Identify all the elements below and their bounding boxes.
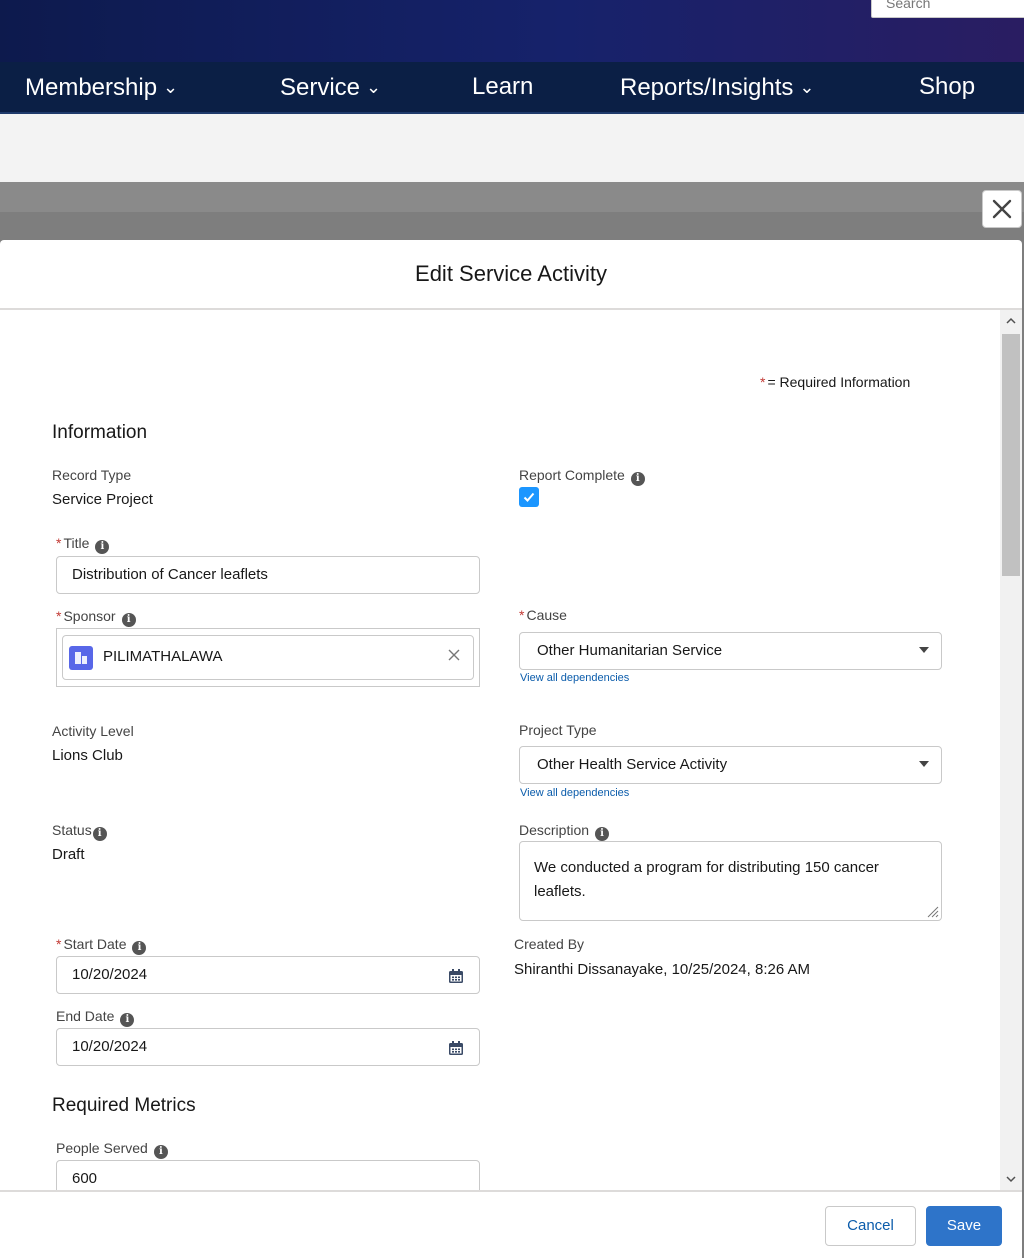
clear-sponsor-icon[interactable]	[447, 648, 461, 667]
info-icon[interactable]: i	[92, 827, 107, 841]
report-complete-checkbox[interactable]	[519, 487, 539, 507]
close-icon	[992, 199, 1012, 219]
resize-handle-icon[interactable]	[925, 904, 939, 918]
modal-footer: Cancel Save	[0, 1190, 1022, 1258]
nav-item-label: Service	[280, 74, 361, 101]
nav-item-label: Shop	[919, 73, 976, 100]
status-label: Status i	[52, 822, 107, 841]
sponsor-label: * Sponsor i	[56, 608, 136, 627]
cause-value: Other Humanitarian Service	[537, 642, 723, 659]
sponsor-value: PILIMATHALAWA	[103, 648, 223, 665]
info-icon[interactable]: i	[95, 540, 110, 554]
main-nav: Membership ⌄ Service ⌄ Learn Reports/Insig…	[0, 62, 1024, 114]
activity-level-label: Activity Level	[52, 723, 134, 739]
required-star: *	[519, 607, 525, 623]
sponsor-lookup: PILIMATHALAWA	[56, 628, 480, 687]
info-icon[interactable]: i	[153, 1145, 168, 1159]
description-value: We conducted a program for distributing …	[534, 859, 879, 900]
title-label-text: Title	[63, 535, 90, 551]
created-by-label: Created By	[514, 936, 585, 952]
start-date-label: * Start Date i	[56, 936, 147, 955]
report-complete-label-text: Report Complete	[519, 467, 625, 483]
nav-item-label: Reports/Insights	[620, 74, 794, 101]
nav-item-label: Membership	[25, 74, 158, 101]
people-served-label-text: People Served	[56, 1140, 148, 1156]
status-value: Draft	[52, 846, 85, 863]
chevron-down-icon: ⌄	[366, 77, 382, 97]
modal-title: Edit Service Activity	[0, 240, 1022, 310]
required-legend: * = Required Information	[760, 374, 910, 390]
required-star: *	[760, 374, 766, 390]
edit-service-activity-modal: Edit Service Activity * = Required Inform…	[0, 240, 1022, 1258]
cancel-button[interactable]: Cancel	[825, 1206, 916, 1246]
activity-level-value: Lions Club	[52, 747, 123, 764]
report-complete-label: Report Complete i	[519, 467, 645, 486]
created-by-value: Shiranthi Dissanayake, 10/25/2024, 8:26 …	[514, 961, 811, 978]
scroll-down-icon[interactable]	[1000, 1168, 1022, 1190]
info-icon[interactable]: i	[595, 827, 610, 841]
record-type-value: Service Project	[52, 491, 153, 508]
description-textarea[interactable]: We conducted a program for distributing …	[519, 841, 942, 921]
scroll-up-icon[interactable]	[1000, 310, 1022, 332]
close-modal-button[interactable]	[982, 190, 1022, 228]
cause-label-text: Cause	[526, 607, 567, 623]
info-icon[interactable]: i	[121, 613, 136, 627]
record-type-label: Record Type	[52, 467, 132, 483]
search-input[interactable]: Search	[871, 0, 1024, 18]
end-date-value: 10/20/2024	[72, 1038, 148, 1055]
info-icon[interactable]: i	[630, 472, 645, 486]
required-star: *	[56, 535, 62, 551]
end-date-label-text: End Date	[56, 1008, 115, 1024]
people-served-input[interactable]: 600	[56, 1160, 480, 1190]
description-label: Description i	[519, 822, 610, 841]
site-header: Search	[0, 0, 1024, 62]
nav-item-learn[interactable]: Learn	[472, 72, 533, 102]
section-title-required-metrics: Required Metrics	[52, 1095, 196, 1116]
save-button[interactable]: Save	[926, 1206, 1002, 1246]
account-icon	[69, 646, 93, 670]
status-label-text: Status	[52, 822, 92, 838]
description-label-text: Description	[519, 822, 590, 838]
page-band	[0, 114, 1024, 182]
cause-label: * Cause	[519, 607, 567, 623]
title-input[interactable]: Distribution of Cancer leaflets	[56, 556, 480, 594]
sponsor-pill[interactable]: PILIMATHALAWA	[62, 635, 474, 680]
sponsor-label-text: Sponsor	[63, 608, 116, 624]
project-type-view-dependencies-link[interactable]: View all dependencies	[520, 787, 629, 799]
modal-scrollbar[interactable]	[1000, 310, 1022, 1190]
project-type-value: Other Health Service Activity	[537, 756, 728, 773]
modal-body: * = Required Information Information Reco…	[0, 310, 1000, 1190]
required-star: *	[56, 608, 62, 624]
project-type-label: Project Type	[519, 722, 597, 738]
required-star: *	[56, 936, 62, 952]
section-title-information: Information	[52, 422, 148, 443]
chevron-down-icon: ⌄	[799, 77, 815, 97]
info-icon[interactable]: i	[120, 1013, 135, 1027]
people-served-label: People Served i	[56, 1140, 168, 1159]
nav-item-shop[interactable]: Shop	[919, 72, 975, 102]
end-date-input[interactable]: 10/20/2024	[56, 1028, 480, 1066]
calendar-icon[interactable]	[448, 1041, 464, 1056]
info-icon[interactable]: i	[132, 941, 147, 955]
calendar-icon[interactable]	[448, 969, 464, 984]
start-date-value: 10/20/2024	[72, 966, 148, 983]
cause-select[interactable]: Other Humanitarian Service	[519, 632, 942, 670]
check-icon	[523, 492, 535, 502]
cause-view-dependencies-link[interactable]: View all dependencies	[520, 672, 629, 684]
required-legend-text: = Required Information	[767, 374, 911, 390]
project-type-select[interactable]: Other Health Service Activity	[519, 746, 942, 784]
scroll-thumb[interactable]	[1002, 334, 1020, 576]
chevron-down-icon: ⌄	[163, 77, 179, 97]
nav-item-reports-insights[interactable]: Reports/Insights ⌄	[620, 72, 815, 102]
nav-item-service[interactable]: Service ⌄	[280, 72, 381, 102]
dropdown-arrow-icon	[919, 647, 929, 653]
end-date-label: End Date i	[56, 1008, 135, 1027]
nav-item-label: Learn	[472, 73, 534, 100]
start-date-input[interactable]: 10/20/2024	[56, 956, 480, 994]
dropdown-arrow-icon	[919, 761, 929, 767]
start-date-label-text: Start Date	[63, 936, 127, 952]
nav-item-membership[interactable]: Membership ⌄	[25, 72, 178, 102]
title-label: * Title i	[56, 535, 110, 554]
